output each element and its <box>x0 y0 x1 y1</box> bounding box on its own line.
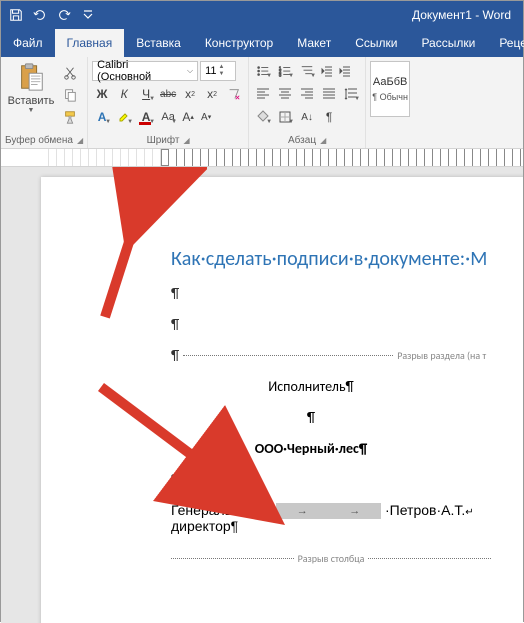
company-line: ООО·Черный·лес¶ <box>171 440 451 457</box>
ribbon: Вставить ▼ Буфер обмена ◢ Calibri (Основн… <box>1 57 523 149</box>
sig-name: ·Петров·А.Т. <box>385 502 465 518</box>
justify-icon[interactable] <box>319 84 339 104</box>
svg-text:3: 3 <box>279 72 282 77</box>
executor-line: Исполнитель¶ <box>171 378 451 395</box>
decrease-indent-icon[interactable] <box>319 61 335 81</box>
paste-button[interactable]: Вставить ▼ <box>5 59 57 114</box>
window-title: Документ1 - Word <box>99 8 519 22</box>
pilcrow: ¶ <box>171 471 523 488</box>
tab-layout[interactable]: Макет <box>285 29 343 57</box>
document-heading: Как·сделать·подписи·в·документе:·M <box>171 247 523 271</box>
tab-file[interactable]: Файл <box>1 29 55 57</box>
quick-access-toolbar <box>5 4 99 26</box>
group-styles: АаБбВ ¶ Обычн <box>366 57 414 148</box>
italic-button[interactable]: К <box>114 84 134 104</box>
text-effects-icon[interactable]: A▼ <box>92 107 112 127</box>
undo-icon[interactable] <box>29 4 51 26</box>
increase-indent-icon[interactable] <box>337 61 353 81</box>
pilcrow: ¶ <box>171 347 179 364</box>
document-canvas: Как·сделать·подписи·в·документе:·M ¶ ¶ ¶… <box>1 167 523 623</box>
group-paragraph: ▼ 123▼ ▼ ▼ ▼ ▼ A↓ ¶ Абзац ◢ <box>249 57 366 148</box>
bold-button[interactable]: Ж <box>92 84 112 104</box>
ribbon-tabs: Файл Главная Вставка Конструктор Макет С… <box>1 29 523 57</box>
ruler[interactable] <box>1 149 523 167</box>
group-clipboard-label: Буфер обмена <box>5 135 73 146</box>
sig-role-line2: директор¶ <box>171 518 276 534</box>
numbering-icon[interactable]: 123▼ <box>275 61 295 81</box>
pilcrow: ¶ <box>171 285 523 302</box>
bullets-icon[interactable]: ▼ <box>253 61 273 81</box>
superscript-button[interactable]: x2 <box>202 84 222 104</box>
sig-role-line1: Генеральный· <box>171 502 276 518</box>
dialog-launcher-icon[interactable]: ◢ <box>183 136 189 145</box>
sort-icon[interactable]: A↓ <box>297 107 317 127</box>
page[interactable]: Как·сделать·подписи·в·документе:·M ¶ ¶ ¶… <box>41 177 523 623</box>
tab-design[interactable]: Конструктор <box>193 29 285 57</box>
group-font: Calibri (Основной⌵ 11▲▼ Ж К Ч▼ abc x2 x2… <box>88 57 249 148</box>
tab-home[interactable]: Главная <box>55 29 125 57</box>
multilevel-icon[interactable]: ▼ <box>297 61 317 81</box>
line-spacing-icon[interactable]: ▼ <box>341 84 361 104</box>
dialog-launcher-icon[interactable]: ◢ <box>77 136 83 145</box>
clear-format-icon[interactable] <box>224 84 244 104</box>
column-break-label: Разрыв столбца <box>294 552 369 565</box>
dialog-launcher-icon[interactable]: ◢ <box>320 136 326 145</box>
align-right-icon[interactable] <box>297 84 317 104</box>
font-name-combo[interactable]: Calibri (Основной⌵ <box>92 61 198 81</box>
font-name-value: Calibri (Основной <box>97 59 185 83</box>
shrink-font-icon[interactable]: A▾ <box>198 107 214 127</box>
copy-icon[interactable] <box>59 85 81 105</box>
shading-icon[interactable]: ▼ <box>253 107 273 127</box>
tab-references[interactable]: Ссылки <box>343 29 409 57</box>
grow-font-icon[interactable]: A▴ <box>180 107 196 127</box>
group-font-label: Шрифт <box>147 135 180 146</box>
tab-mailings[interactable]: Рассылки <box>409 29 487 57</box>
align-center-icon[interactable] <box>275 84 295 104</box>
font-size-combo[interactable]: 11▲▼ <box>200 61 236 81</box>
pilcrow: ¶ <box>171 409 451 426</box>
underline-button[interactable]: Ч▼ <box>136 84 156 104</box>
repeat-icon[interactable] <box>53 4 75 26</box>
pilcrow: ¶ <box>171 316 523 333</box>
section-break-label: Разрыв раздела (на т <box>397 349 486 362</box>
cut-icon[interactable] <box>59 63 81 83</box>
chevron-down-icon: ⌵ <box>185 66 195 76</box>
borders-icon[interactable]: ▼ <box>275 107 295 127</box>
group-clipboard: Вставить ▼ Буфер обмена ◢ <box>1 57 88 148</box>
tab-review[interactable]: Рецензир <box>487 29 524 57</box>
highlight-icon[interactable]: ▼ <box>114 107 134 127</box>
title-bar: Документ1 - Word <box>1 1 523 29</box>
qat-customize-icon[interactable] <box>77 4 99 26</box>
show-marks-icon[interactable]: ¶ <box>319 107 339 127</box>
strike-button[interactable]: abc <box>158 84 178 104</box>
tab-insert[interactable]: Вставка <box>124 29 193 57</box>
align-left-icon[interactable] <box>253 84 273 104</box>
paste-label: Вставить <box>8 95 55 107</box>
group-paragraph-label: Абзац <box>288 135 316 146</box>
change-case-icon[interactable]: Aa▼ <box>158 107 178 127</box>
format-painter-icon[interactable] <box>59 107 81 127</box>
signature-row: Генеральный· директор¶ → → ·Петров·А.Т.↵ <box>171 502 491 534</box>
font-size-value: 11 <box>205 65 216 77</box>
save-icon[interactable] <box>5 4 27 26</box>
font-color-icon[interactable]: A▼ <box>136 107 156 127</box>
style-normal[interactable]: АаБбВ ¶ Обычн <box>370 61 410 117</box>
selected-tabs[interactable]: → → <box>276 503 381 519</box>
subscript-button[interactable]: x2 <box>180 84 200 104</box>
